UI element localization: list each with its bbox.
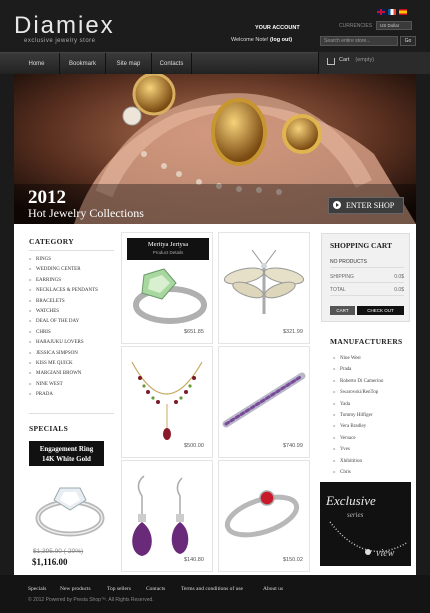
footer-link[interactable]: About us [263,586,283,592]
search-input[interactable]: Search entire store... [320,36,398,46]
divider [29,413,114,414]
footer-link[interactable]: New products [60,586,91,592]
category-item[interactable]: KISS ME QUICK [29,359,117,369]
category-item[interactable]: NINE WEST [29,380,117,390]
language-flags [377,9,407,15]
manufacturer-item[interactable]: Yves [333,444,410,455]
manufacturer-item[interactable]: Swarovski/RenTop [333,387,410,398]
category-item[interactable]: CHRIS [29,328,117,338]
category-item[interactable]: JESSICA SIMPSON [29,349,117,359]
category-item[interactable]: PRADA [29,390,117,400]
category-item[interactable]: NECKLACES & PENDANTS [29,286,117,296]
manufacturer-item[interactable]: Tommy Hilfiger [333,410,410,421]
cart-nav-label[interactable]: Cart (empty) [339,57,374,63]
nav-bookmark[interactable]: Bookmark [60,53,106,75]
category-item[interactable]: BRACELETS [29,297,117,307]
exclusive-subtitle: series [347,511,364,519]
product-price: $740.99 [283,443,303,449]
cart-shipping-row: SHIPPING 0.0$ [330,272,404,283]
cart-empty-text: NO PRODUCTS [330,257,404,268]
product-image-ruby-ring[interactable] [222,484,306,544]
flag-en-icon[interactable] [377,9,385,15]
manufacturer-item[interactable]: Prada [333,364,410,375]
nav-contacts[interactable]: Contacts [152,53,192,75]
category-item[interactable]: HARAJUKU LOVERS [29,338,117,348]
manufacturer-item[interactable]: Nine West [333,353,410,364]
account-line: Welcome Note! (log out) [231,37,292,43]
copyright: © 2012 Powered by Presta Shop™. All Righ… [28,597,154,603]
manufacturers-title: MANUFACTURERS [330,337,403,346]
flag-fr-icon[interactable] [388,9,396,15]
shopping-cart-title: SHOPPING CART [330,241,393,250]
footer-link[interactable]: Terms and conditions of use [181,586,243,592]
shipping-label: SHIPPING [330,274,354,280]
special-name-line2: 14K White Gold [42,455,91,463]
special-ring-image[interactable] [30,470,108,542]
category-item[interactable]: EARRINGS [29,276,117,286]
total-label: TOTAL [330,287,346,293]
logo[interactable]: Diamiex [14,12,115,40]
exclusive-title: Exclusive [326,493,376,508]
category-title: CATEGORY [29,237,74,246]
product-price: $500.00 [184,443,204,449]
footer [0,575,430,613]
search-button[interactable]: Go [400,36,416,46]
cart-status: (empty) [355,57,375,63]
manufacturers-list: Nine West Prada Roberto Di Camerino Swar… [333,353,410,478]
special-product-name[interactable]: Engagement Ring 14K White Gold [29,441,104,466]
product-price: $140.80 [184,557,204,563]
product-image-necklace[interactable] [126,356,208,446]
account-title: YOUR ACCOUNT [255,25,300,31]
manufacturer-item[interactable]: Roberto Di Camerino [333,376,410,387]
featured-tag[interactable]: Meritya Jertysa Product Details [127,238,209,260]
footer-link[interactable]: Top sellers [107,586,131,592]
category-item[interactable]: WEDDING CENTER [29,265,117,275]
divider [29,250,114,251]
footer-link[interactable]: Specials [28,586,46,592]
nav-sitemap[interactable]: Site map [106,53,152,75]
cart-total-row: TOTAL 0.0$ [330,285,404,296]
special-new-price: $1,116.00 [32,557,68,567]
currencies-label: CURRENCIES [339,23,373,29]
manufacturer-item[interactable]: Vera Bradley [333,421,410,432]
footer-link[interactable]: Contacts [146,586,165,592]
product-image-green-ring[interactable] [126,265,208,325]
category-item[interactable]: MARGIANI BROWN [29,369,117,379]
tagline: exclusive jewelry store [24,38,96,44]
manufacturer-item[interactable]: Xhibitition [333,456,410,467]
play-icon [333,201,341,209]
manufacturer-item[interactable]: Chris [333,467,410,478]
total-value: 0.0$ [394,287,404,293]
hero-subtitle: Hot Jewelry Collections [28,206,144,220]
cart-button[interactable]: CART [330,306,355,315]
nav-home[interactable]: Home [14,53,60,75]
product-image-bracelet[interactable] [222,370,306,430]
special-name-line1: Engagement Ring [39,445,94,453]
category-item[interactable]: DEAL OF THE DAY [29,317,117,327]
flag-es-icon[interactable] [399,9,407,15]
manufacturer-item[interactable]: Versace [333,433,410,444]
product-image-dragonfly[interactable] [222,248,306,318]
product-price: $651.85 [184,329,204,335]
featured-name: Meritya Jertysa [147,241,189,248]
currency-select[interactable]: US Dollar [376,21,412,30]
category-item[interactable]: WATCHES [29,307,117,317]
checkout-button[interactable]: CHECK OUT [357,306,404,315]
category-list: RINGS WEDDING CENTER EARRINGS NECKLACES … [29,255,117,400]
welcome-text: Welcome Note! [231,37,269,43]
cart-icon [327,58,335,65]
exclusive-view: view [376,548,395,559]
special-old-price: $1,395.00 (-20%) [33,548,84,555]
cart-label: Cart [339,57,350,63]
product-image-earrings[interactable] [124,474,210,560]
shipping-value: 0.0$ [394,274,404,280]
manufacturer-item[interactable]: Yada [333,399,410,410]
featured-sub: Product Details [152,250,184,255]
product-price: $321.99 [283,329,303,335]
product-price: $150.02 [283,557,303,563]
specials-title: SPECIALS [29,424,69,433]
category-item[interactable]: RINGS [29,255,117,265]
logout-link[interactable]: (log out) [270,37,292,43]
